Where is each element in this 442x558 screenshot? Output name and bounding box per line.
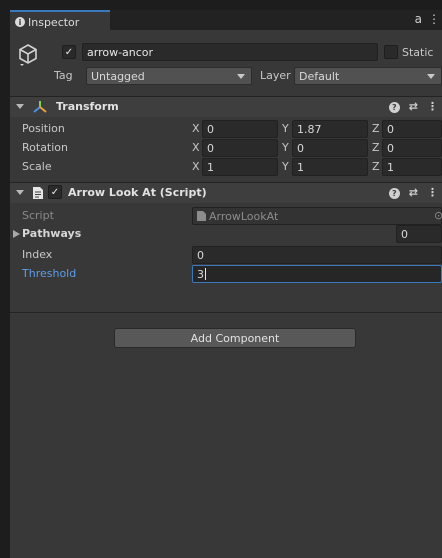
threshold-value: 3: [197, 267, 204, 281]
rotation-z-axis-label[interactable]: Z: [372, 141, 380, 154]
layer-label: Layer: [260, 69, 291, 82]
rotation-z-field[interactable]: 0: [382, 139, 442, 157]
tag-label: Tag: [54, 69, 73, 82]
settings-sliders-icon[interactable]: ⇄: [409, 100, 418, 113]
script-file-icon: [197, 211, 206, 221]
menu-icon[interactable]: ⋮: [428, 12, 440, 26]
menu-icon[interactable]: ⋮: [427, 186, 438, 199]
add-component-button[interactable]: Add Component: [114, 328, 356, 348]
gameobject-cube-icon[interactable]: [16, 42, 40, 66]
position-z-axis-label[interactable]: Z: [372, 122, 380, 135]
foldout-arrow-icon[interactable]: [16, 104, 24, 109]
script-reference-value: ArrowLookAt: [209, 209, 279, 223]
tab-actions: a ⋮: [415, 12, 440, 26]
rotation-label: Rotation: [22, 141, 69, 154]
scale-x-field[interactable]: 1: [202, 158, 278, 176]
foldout-arrow-icon[interactable]: [16, 190, 24, 195]
index-label: Index: [22, 248, 53, 261]
settings-sliders-icon[interactable]: ⇄: [409, 186, 418, 199]
help-icon[interactable]: ?: [388, 188, 400, 199]
layer-value: Default: [299, 69, 340, 83]
rotation-y-axis-label[interactable]: Y: [282, 141, 289, 154]
scale-y-axis-label[interactable]: Y: [282, 160, 289, 173]
scale-x-axis-label[interactable]: X: [192, 160, 200, 173]
tab-inspector-label: Inspector: [28, 15, 80, 29]
tab-inspector[interactable]: i Inspector: [10, 10, 110, 32]
components-separator: [10, 312, 442, 313]
transform-axes-icon: [33, 101, 47, 113]
position-z-field[interactable]: 0: [382, 120, 442, 138]
position-label: Position: [22, 122, 65, 135]
static-label: Static: [402, 46, 434, 59]
script-file-icon: [33, 187, 43, 199]
layer-dropdown[interactable]: Default: [294, 67, 442, 85]
script-component-title: Arrow Look At (Script): [68, 186, 207, 199]
scale-y-field[interactable]: 1: [292, 158, 368, 176]
text-caret: [205, 268, 206, 280]
tab-bar: i Inspector a ⋮: [10, 10, 442, 32]
script-enabled-checkbox[interactable]: ✓: [48, 185, 62, 199]
pathways-size-field[interactable]: 0: [396, 225, 442, 243]
transform-header[interactable]: Transform ? ⇄ ⋮: [10, 96, 442, 117]
chevron-down-icon: [237, 74, 245, 79]
transform-title: Transform: [56, 100, 119, 113]
position-y-field[interactable]: 1.87: [292, 120, 368, 138]
scale-label: Scale: [22, 160, 52, 173]
info-icon: i: [15, 17, 25, 27]
position-x-field[interactable]: 0: [202, 120, 278, 138]
active-checkbox[interactable]: ✓: [62, 45, 76, 59]
object-name-field[interactable]: arrow-ancor: [82, 43, 378, 61]
object-picker-icon[interactable]: ⊙: [434, 209, 442, 222]
expand-arrow-icon[interactable]: [13, 230, 20, 238]
position-x-axis-label[interactable]: X: [192, 122, 200, 135]
static-checkbox[interactable]: [384, 45, 398, 59]
lock-icon[interactable]: a: [415, 12, 422, 26]
threshold-field[interactable]: 3: [192, 265, 442, 283]
rotation-y-field[interactable]: 0: [292, 139, 368, 157]
help-icon[interactable]: ?: [388, 102, 400, 113]
position-y-axis-label[interactable]: Y: [282, 122, 289, 135]
inspector-window: i Inspector a ⋮ ✓ arrow-ancor Static Tag…: [10, 10, 442, 558]
threshold-label: Threshold: [22, 267, 77, 280]
rotation-x-field[interactable]: 0: [202, 139, 278, 157]
pathways-label[interactable]: Pathways: [22, 227, 81, 240]
scale-z-axis-label[interactable]: Z: [372, 160, 380, 173]
script-component-header[interactable]: ✓ Arrow Look At (Script) ? ⇄ ⋮: [10, 182, 442, 203]
script-header-icons: ? ⇄ ⋮: [388, 186, 438, 199]
chevron-down-icon: [427, 74, 435, 79]
index-field[interactable]: 0: [192, 246, 442, 264]
tag-value: Untagged: [91, 69, 145, 83]
script-label: Script: [22, 209, 54, 222]
menu-icon[interactable]: ⋮: [427, 100, 438, 113]
rotation-x-axis-label[interactable]: X: [192, 141, 200, 154]
transform-header-icons: ? ⇄ ⋮: [388, 100, 438, 113]
tag-dropdown[interactable]: Untagged: [86, 67, 252, 85]
script-reference-field: ArrowLookAt: [192, 207, 442, 225]
scale-z-field[interactable]: 1: [382, 158, 442, 176]
